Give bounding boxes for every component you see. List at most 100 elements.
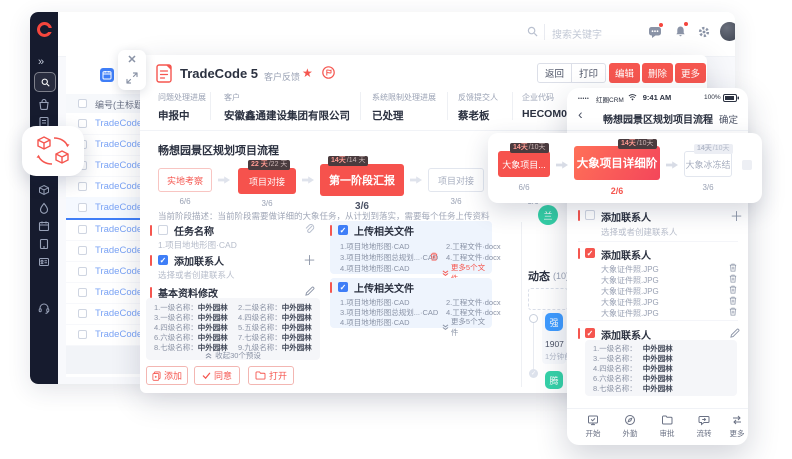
select-all-checkbox[interactable] [78, 99, 87, 108]
toolbar-field[interactable]: 外勤 [618, 414, 642, 439]
row-checkbox[interactable] [78, 203, 87, 212]
check-icon [202, 371, 211, 380]
row-link[interactable]: TradeCode [95, 308, 142, 319]
sidebar-item-support[interactable] [38, 302, 50, 314]
field: 系统限制处理进展已处理 [372, 92, 436, 123]
collapse-link[interactable]: 收起30个预设 [146, 350, 320, 361]
row-link[interactable]: TradeCode [95, 329, 142, 340]
more-button[interactable]: 更多 [675, 63, 706, 83]
row-checkbox[interactable] [78, 330, 87, 339]
task-checkbox-checked[interactable] [585, 248, 595, 258]
toolbar-flow[interactable]: 流转 [692, 414, 716, 439]
row-link[interactable]: TradeCode [95, 266, 142, 277]
row-checkbox[interactable] [78, 309, 87, 318]
row-link[interactable]: TradeCode [95, 181, 142, 192]
activity-input[interactable] [528, 288, 568, 310]
agree-button[interactable]: 同意 [194, 366, 240, 385]
search-icon[interactable] [527, 26, 538, 37]
row-checkbox[interactable] [78, 119, 87, 128]
row-link[interactable]: TradeCode [95, 245, 142, 256]
task-sub: 选择或者创建联系人 [601, 226, 678, 238]
row-link[interactable]: TradeCode [95, 139, 142, 150]
field: 反馈提交人蔡老板 [458, 92, 498, 123]
clock: 9:41 AM [637, 93, 677, 102]
flow-arrow-icon [666, 161, 678, 169]
open-button[interactable]: 打开 [248, 366, 294, 385]
add-button[interactable]: 添加 [146, 366, 188, 385]
task-checkbox[interactable] [585, 210, 595, 220]
flag-circle-icon[interactable] [322, 66, 335, 79]
gear-icon[interactable] [698, 26, 710, 38]
file-item: 大象证件照.JPG [601, 297, 659, 308]
field-label: 企业代码 [522, 92, 573, 103]
plus-icon[interactable]: ＋ [730, 206, 743, 225]
task-checkbox-checked[interactable] [585, 328, 595, 338]
trash-icon[interactable] [729, 274, 737, 283]
plus-icon[interactable]: ＋ [303, 250, 316, 269]
row-checkbox[interactable] [78, 288, 87, 297]
star-icon[interactable]: ★ [302, 66, 313, 80]
toolbar-approve[interactable]: 审批 [655, 414, 679, 439]
row-checkbox[interactable] [78, 182, 87, 191]
row-checkbox[interactable] [78, 246, 87, 255]
swap-arrows-icon [731, 414, 743, 426]
task-checkbox-checked[interactable] [158, 255, 168, 265]
delete-button[interactable]: 删除 [642, 63, 673, 83]
edit-button[interactable]: 编辑 [609, 63, 640, 83]
stage-progress: 2/6 [574, 186, 660, 196]
divider [512, 92, 513, 120]
chevron-double-down-icon [442, 270, 449, 277]
expand-icon[interactable] [125, 71, 139, 85]
more-files-link[interactable]: 更多5个文件 [442, 316, 492, 338]
row-checkbox[interactable] [78, 267, 87, 276]
task-checkbox-checked[interactable] [338, 282, 348, 292]
notifications-button[interactable] [675, 25, 686, 38]
sidebar-item-contacts[interactable] [38, 256, 50, 268]
sidebar-item-drop[interactable] [38, 202, 50, 214]
messages-button[interactable] [648, 26, 662, 39]
notification-dot [684, 22, 688, 26]
task-checkbox-checked[interactable] [338, 225, 348, 235]
paperclip-icon[interactable] [304, 223, 315, 234]
task-checkbox[interactable] [158, 225, 168, 235]
divider [360, 92, 361, 120]
back-button[interactable]: 返回 [537, 63, 572, 83]
search-input[interactable]: 搜索关键字 [552, 26, 602, 41]
trash-icon[interactable] [729, 307, 737, 316]
sidebar-item-tablet[interactable] [38, 238, 50, 250]
toolbar-label: 开始 [581, 428, 605, 439]
sidebar-item-package[interactable] [38, 184, 50, 196]
toolbar-more[interactable]: 更多 [725, 414, 749, 439]
row-checkbox[interactable] [78, 225, 87, 234]
stage-progress: 3/6 [684, 183, 732, 192]
sidebar-expand-icon[interactable]: » [38, 56, 44, 68]
row-link[interactable]: TradeCode [95, 202, 142, 213]
chat-arrow-icon [698, 414, 710, 426]
trash-icon[interactable] [729, 263, 737, 272]
trash-icon[interactable] [430, 252, 438, 261]
row-link[interactable]: TradeCode [95, 160, 142, 171]
field-label: 问题处理进展 [158, 92, 206, 103]
avatar[interactable] [720, 22, 735, 41]
confirm-button[interactable]: 确定 [719, 112, 738, 126]
divider [521, 222, 522, 387]
field: 问题处理进展申报中 [158, 92, 206, 123]
sidebar-item-briefcase[interactable] [38, 98, 50, 110]
back-icon[interactable]: ‹ [578, 106, 583, 122]
pencil-icon[interactable] [730, 328, 740, 338]
trash-icon[interactable] [729, 296, 737, 305]
sync-widget[interactable] [22, 126, 84, 176]
print-button[interactable]: 打印 [571, 63, 606, 83]
sidebar: » [30, 12, 58, 384]
pencil-icon[interactable] [305, 286, 315, 296]
sidebar-item-calendar[interactable] [38, 220, 50, 232]
row-link[interactable]: TradeCode [95, 118, 142, 129]
toolbar-start[interactable]: 开始 [581, 414, 605, 439]
stage-progress: 6/6 [498, 183, 550, 192]
close-icon[interactable]: ✕ [118, 53, 146, 66]
row-link[interactable]: TradeCode [95, 224, 142, 235]
sidebar-search-button[interactable] [34, 72, 56, 92]
timeline-line [533, 318, 534, 374]
trash-icon[interactable] [729, 285, 737, 294]
row-link[interactable]: TradeCode [95, 287, 142, 298]
